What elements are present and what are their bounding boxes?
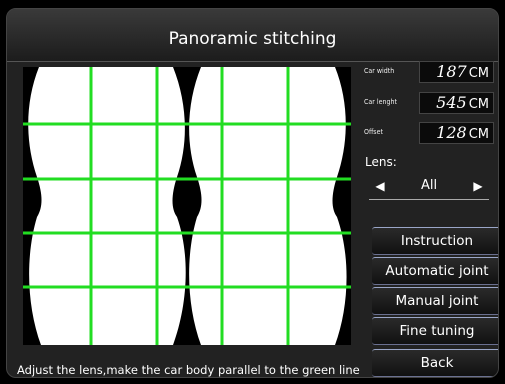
offset-field[interactable]: 128 CM xyxy=(419,122,494,144)
car-length-field[interactable]: 545 CM xyxy=(419,92,494,114)
lens-prev-arrow-icon[interactable]: ◀ xyxy=(371,177,389,195)
car-length-value: 545 xyxy=(436,93,467,112)
car-width-label: Car width xyxy=(364,67,395,75)
lens-value: All xyxy=(420,178,438,193)
page-title: Panoramic stitching xyxy=(168,29,337,49)
offset-label: Offset xyxy=(364,128,383,136)
car-width-field[interactable]: 187 CM xyxy=(419,61,494,83)
offset-unit: CM xyxy=(468,127,489,142)
instruction-text: Adjust the lens,make the car body parall… xyxy=(17,363,360,377)
car-width-value: 187 xyxy=(436,62,467,81)
camera-preview xyxy=(23,67,351,345)
automatic-joint-button[interactable]: Automatic joint xyxy=(372,257,498,285)
stitching-preview-canvas xyxy=(23,67,351,345)
back-button[interactable]: Back xyxy=(372,349,498,377)
offset-value: 128 xyxy=(436,123,467,142)
panoramic-stitching-window: Panoramic stitching Car width 187 CM Car… xyxy=(6,8,499,378)
car-length-row: Car lenght 545 CM xyxy=(364,92,494,114)
title-bar: Panoramic stitching xyxy=(7,9,498,62)
lens-next-arrow-icon[interactable]: ▶ xyxy=(469,177,487,195)
car-width-unit: CM xyxy=(468,66,489,81)
manual-joint-button[interactable]: Manual joint xyxy=(372,287,498,315)
car-length-label: Car lenght xyxy=(364,98,397,106)
camera-view-right xyxy=(189,67,347,345)
offset-row: Offset 128 CM xyxy=(364,122,494,144)
lens-label: Lens: xyxy=(365,155,397,169)
car-length-unit: CM xyxy=(468,97,489,112)
instruction-button[interactable]: Instruction xyxy=(372,227,498,255)
camera-view-left xyxy=(28,67,186,345)
car-width-row: Car width 187 CM xyxy=(364,61,494,83)
lens-selector: ◀ All ▶ xyxy=(369,173,489,200)
fine-tuning-button[interactable]: Fine tuning xyxy=(372,317,498,345)
